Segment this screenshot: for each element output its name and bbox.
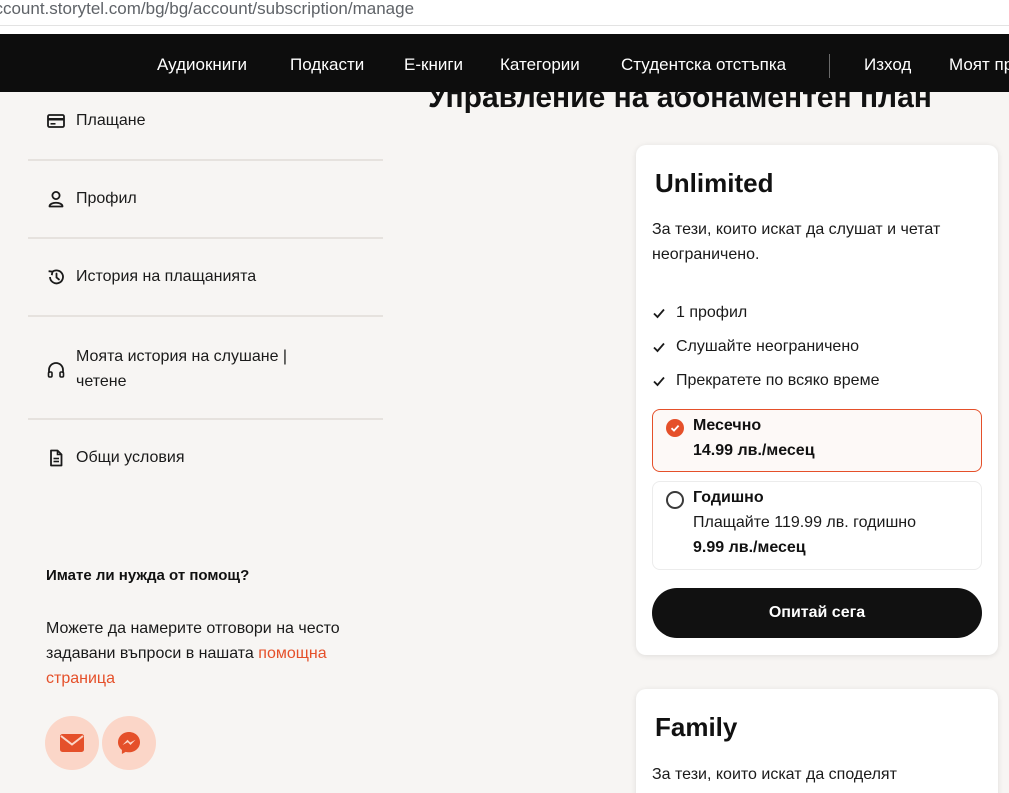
plan-feature: Прекратете по всяко време [652,372,879,390]
nav-categories-link[interactable]: Категории [500,34,580,92]
option-name: Годишно [693,489,764,506]
sidebar-item-label: Плащане [76,112,146,129]
checkmark-icon [653,308,665,319]
plan-card-family: Family За тези, които искат да споделят [636,689,998,793]
envelope-icon [60,734,84,752]
sidebar-item-label: История на плащанията [76,268,257,285]
option-price: 14.99 лв./месец [693,442,815,459]
nav-divider-line [829,54,830,78]
messenger-support-button[interactable] [102,716,156,770]
nav-ebooks-link[interactable]: Е-книги [404,34,463,92]
help-title: Имате ли нужда от помощ? [46,567,250,584]
url-text: account.storytel.com/bg/bg/account/subsc… [0,0,415,18]
headphones-icon [47,362,65,378]
credit-card-icon [47,114,65,128]
sidebar-divider [28,418,383,420]
plan-feature-label: Слушайте неограничено [676,338,860,355]
plan-title: Family [655,712,738,742]
top-navigation-links: Аудиокниги Подкасти Е-книги Категории Ст… [0,34,1009,92]
option-note: Плащайте 119.99 лв. годишно [693,514,917,531]
option-price: 9.99 лв./месец [693,539,806,556]
sidebar-divider [28,159,383,161]
nav-my-profile-link[interactable]: Моят профил [949,34,1009,92]
option-name: Месечно [693,417,762,434]
nav-logout-link[interactable]: Изход [864,34,911,92]
sidebar-item-label-wrap: Моята история на слушане | четене [76,344,287,394]
browser-address-bar[interactable]: account.storytel.com/bg/bg/account/subsc… [0,0,1009,26]
sidebar-item-payment[interactable]: Плащане [46,111,146,131]
billing-option-monthly[interactable]: Месечно 14.99 лв./месец [652,409,982,472]
billing-option-yearly[interactable]: Годишно Плащайте 119.99 лв. годишно 9.99… [652,481,982,570]
plan-feature: 1 профил [652,304,747,322]
history-icon [48,269,64,285]
sidebar-divider [28,237,383,239]
address-bar-spacer [0,26,1009,34]
nav-student-discount-link[interactable]: Студентска отстъпка [621,34,786,92]
sidebar-item-label: Общи условия [76,449,185,466]
checkmark-icon [653,376,665,387]
radio-empty-icon[interactable] [666,491,684,509]
sidebar-divider [28,315,383,317]
document-icon [50,449,63,467]
help-text: Можете да намерите отговори на често зад… [46,616,366,691]
sidebar-item-listening-history[interactable]: Моята история на слушане | четене [46,344,287,394]
plan-feature-label: Прекратете по всяко време [676,372,880,389]
radio-checked-icon[interactable] [666,419,684,437]
plan-description: За тези, които искат да споделят [652,766,897,783]
plan-feature: Слушайте неограничено [652,338,859,356]
radio-check-mark-icon [670,424,680,432]
plan-card-unlimited: Unlimited За тези, които искат да слушат… [636,145,998,655]
checkmark-icon [653,342,665,353]
sidebar-item-payment-history[interactable]: История на плащанията [46,267,256,287]
sidebar-item-profile[interactable]: Профил [46,189,137,209]
plan-feature-label: 1 профил [676,304,748,321]
plan-title: Unlimited [655,168,774,198]
sidebar-item-terms[interactable]: Общи условия [46,448,185,468]
user-icon [48,191,64,208]
sidebar-item-label-line1: Моята история на слушане | [76,348,288,365]
sidebar-item-label: Профил [76,190,137,207]
nav-podcasts-link[interactable]: Подкасти [290,34,364,92]
plan-description: За тези, които искат да слушат и четат н… [652,221,941,263]
messenger-icon [118,732,140,754]
nav-audiobooks-link[interactable]: Аудиокниги [157,34,247,92]
sidebar-item-label-line2: четене [76,373,127,390]
email-support-button[interactable] [45,716,99,770]
try-now-button[interactable]: Опитай сега [652,588,982,638]
